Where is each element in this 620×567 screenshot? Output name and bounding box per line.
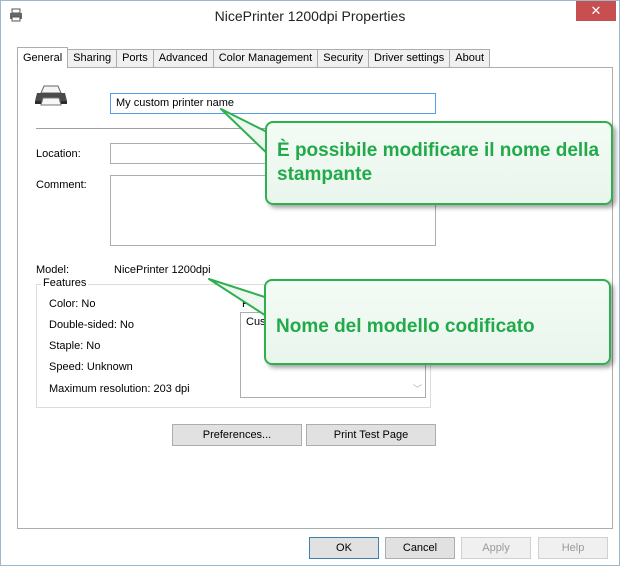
printer-properties-window: NicePrinter 1200dpi Properties ✕ General… [0, 0, 620, 566]
model-value: NicePrinter 1200dpi [114, 264, 211, 276]
name-callout-text: È possibile modificare il nome della sta… [277, 140, 600, 185]
tab-strip: General Sharing Ports Advanced Color Man… [17, 47, 491, 68]
tab-color-management[interactable]: Color Management [212, 49, 319, 68]
feature-double-sided: Double-sided: No [49, 319, 134, 331]
tab-about[interactable]: About [449, 49, 491, 68]
feature-color: Color: No [49, 298, 96, 310]
printer-large-icon [35, 85, 67, 106]
tab-security[interactable]: Security [317, 49, 369, 68]
paper-available-label: P [242, 298, 250, 310]
location-label: Location: [36, 148, 81, 160]
printer-name-value: My custom printer name [116, 97, 234, 109]
feature-speed: Speed: Unknown [49, 361, 133, 373]
feature-max-resolution: Maximum resolution: 203 dpi [49, 383, 190, 395]
tab-ports[interactable]: Ports [116, 49, 154, 68]
window-title: NicePrinter 1200dpi Properties [214, 8, 406, 24]
model-callout: Nome del modello codificato [264, 279, 611, 365]
scroll-down-icon[interactable]: ﹀ [413, 382, 422, 395]
tab-advanced[interactable]: Advanced [152, 49, 214, 68]
ok-button[interactable]: OK [309, 537, 379, 559]
apply-button[interactable]: Apply [461, 537, 531, 559]
print-test-page-button[interactable]: Print Test Page [306, 424, 436, 446]
features-title: Features [41, 277, 89, 289]
comment-label: Comment: [36, 179, 87, 191]
help-button[interactable]: Help [538, 537, 608, 559]
name-callout: È possibile modificare il nome della sta… [265, 121, 613, 205]
title-bar: NicePrinter 1200dpi Properties ✕ [1, 1, 619, 31]
tab-sharing[interactable]: Sharing [67, 49, 118, 68]
tab-general[interactable]: General [17, 47, 69, 68]
paper-list-item[interactable]: Cus [246, 316, 266, 328]
close-icon: ✕ [590, 3, 602, 18]
tab-driver-settings[interactable]: Driver settings [368, 49, 451, 68]
printer-name-input[interactable]: My custom printer name [110, 93, 436, 114]
preferences-button[interactable]: Preferences... [172, 424, 302, 446]
cancel-button[interactable]: Cancel [385, 537, 455, 559]
feature-staple: Staple: No [49, 340, 101, 352]
model-callout-text: Nome del modello codificato [276, 316, 535, 337]
model-label: Model: [36, 264, 70, 276]
close-button[interactable]: ✕ [576, 1, 616, 21]
